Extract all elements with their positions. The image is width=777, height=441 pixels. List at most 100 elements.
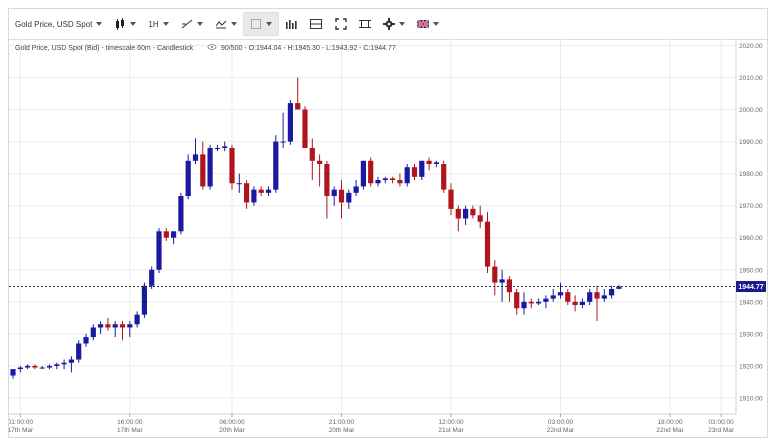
x-tick-date: 23rd Mar [708,427,735,434]
y-tick-label: 2010.00 [739,75,763,82]
candle-body [338,189,345,203]
y-tick-label: 1980.00 [739,171,763,178]
candle-body [90,327,96,338]
candle-body [46,365,53,368]
candle-body [185,160,191,197]
candle-body [83,337,89,344]
volume-bars-button[interactable] [279,13,303,35]
chart-window: Gold Price, USD Spot 1H 2020.00 2010.00 … [8,8,768,438]
candle-body [390,178,396,181]
x-tick-time: 12:00:00 [438,419,464,426]
candle-body [463,208,469,219]
candle-body [448,189,454,209]
y-tick-label: 1950.00 [739,267,763,274]
candle-body [331,189,337,197]
candle-body [258,189,264,193]
candle-body [287,103,293,142]
candle-body [477,215,483,222]
candle-body [550,295,556,299]
x-tick-date: 21st Mar [438,427,464,434]
chart-info-title: Gold Price, USD Spot (Bid) - timescale 6… [15,45,194,52]
candle-body [309,147,315,161]
candle-body [360,160,366,187]
x-tick-time: 01:00:00 [9,419,33,426]
candle-body [324,164,330,197]
candle-body [433,162,439,164]
candle-body [178,196,184,232]
y-tick-label: 2020.00 [739,43,763,50]
timeframe-selector[interactable]: 1H [142,13,174,35]
candle-body [105,324,111,328]
candle-body [25,365,31,368]
chevron-down-icon [96,22,103,26]
language-selector[interactable] [411,13,445,35]
candle-body [579,301,585,306]
candle-body [404,167,410,184]
candle-body [98,324,104,328]
expand-icon [334,18,347,30]
candle-body [251,189,257,203]
y-axis: 2020.00 2010.00 2000.00 1990.00 1980.00 1970.… [739,43,763,403]
candle-body [214,147,220,149]
fullscreen-button[interactable] [329,13,353,35]
candle-body [587,292,593,302]
candle-body [171,231,177,238]
candle-body [112,324,118,328]
candle-body [543,298,549,302]
candle-body [61,362,67,365]
candle-body [32,365,38,368]
candle-body [368,160,374,184]
bar-chart-icon [285,20,297,29]
x-tick-time: 21:00:00 [329,419,355,426]
chart-type-button[interactable] [108,13,142,35]
chevron-down-icon [196,22,203,26]
candle-body [163,231,169,238]
candle-body [156,231,162,270]
candle-body [441,164,447,190]
price-chart[interactable]: 2020.00 2010.00 2000.00 1990.00 1980.00 1970.… [9,39,767,437]
x-tick-time: 18:00:00 [657,419,683,426]
candle-body [39,367,45,369]
candle-body [353,186,359,193]
toolbar: Gold Price, USD Spot 1H [9,9,767,40]
candle-body [192,154,199,161]
candle-body [375,180,381,184]
overlay-button[interactable] [242,12,279,36]
y-tick-label: 1920.00 [739,363,763,370]
candle-body [222,146,228,148]
settings-button[interactable] [377,13,411,35]
rectangle-icon [250,19,261,29]
candle-body [506,279,512,293]
draw-line-button[interactable] [175,13,209,35]
candle-body [499,279,505,283]
candle-body [470,208,476,216]
candle-body [455,208,461,219]
indicator-button[interactable] [209,13,243,35]
y-tick-label: 1970.00 [739,203,763,210]
candle-body [514,292,520,309]
candle-body [68,359,74,363]
candle-body [76,343,82,360]
horizontal-line-button[interactable] [303,13,329,35]
chevron-down-icon [432,22,439,26]
candle-body [10,369,16,376]
crosshair-button[interactable] [353,13,377,35]
candle-body [141,285,147,315]
candle-body [382,178,388,181]
candle-body [265,189,272,193]
candle-body [594,292,600,299]
candlestick-icon [116,18,125,30]
timeframe-label: 1H [148,19,159,29]
chevron-down-icon [130,22,137,26]
current-price-tag: 1944.77 [736,281,766,293]
candle-body [601,295,607,299]
candle-body [528,301,534,304]
y-tick-label: 2000.00 [739,107,763,114]
candle-body [149,269,155,286]
x-tick-date: 20th Mar [219,427,245,434]
candle-body [54,364,60,366]
x-tick-date: 17th Mar [9,427,34,434]
chevron-down-icon [398,22,405,26]
chevron-down-icon [162,22,169,26]
instrument-selector[interactable]: Gold Price, USD Spot [9,13,108,35]
